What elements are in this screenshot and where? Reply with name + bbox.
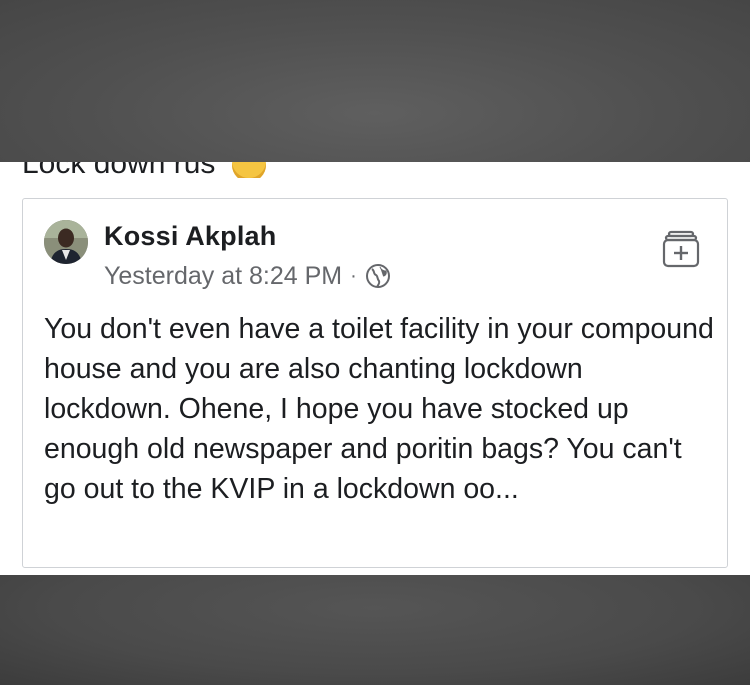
shared-post-card[interactable]: Kossi Akplah Yesterday at 8:24 PM · You … xyxy=(22,198,728,568)
post-meta: Yesterday at 8:24 PM · xyxy=(104,261,391,291)
save-collection-icon[interactable] xyxy=(661,229,701,269)
bottom-dark-overlay xyxy=(0,575,750,685)
caption-fragment: Lock down rus xyxy=(22,162,422,178)
avatar[interactable] xyxy=(44,220,88,264)
caption-text: Lock down rus xyxy=(22,162,215,178)
meta-separator: · xyxy=(350,264,357,287)
post-timestamp[interactable]: Yesterday at 8:24 PM xyxy=(104,262,342,291)
post-author-name[interactable]: Kossi Akplah xyxy=(104,221,276,252)
laughing-emoji-icon xyxy=(231,162,266,178)
post-body-text: You don't even have a toilet facility in… xyxy=(44,313,714,505)
globe-icon xyxy=(365,263,391,289)
top-dark-overlay xyxy=(0,0,750,162)
